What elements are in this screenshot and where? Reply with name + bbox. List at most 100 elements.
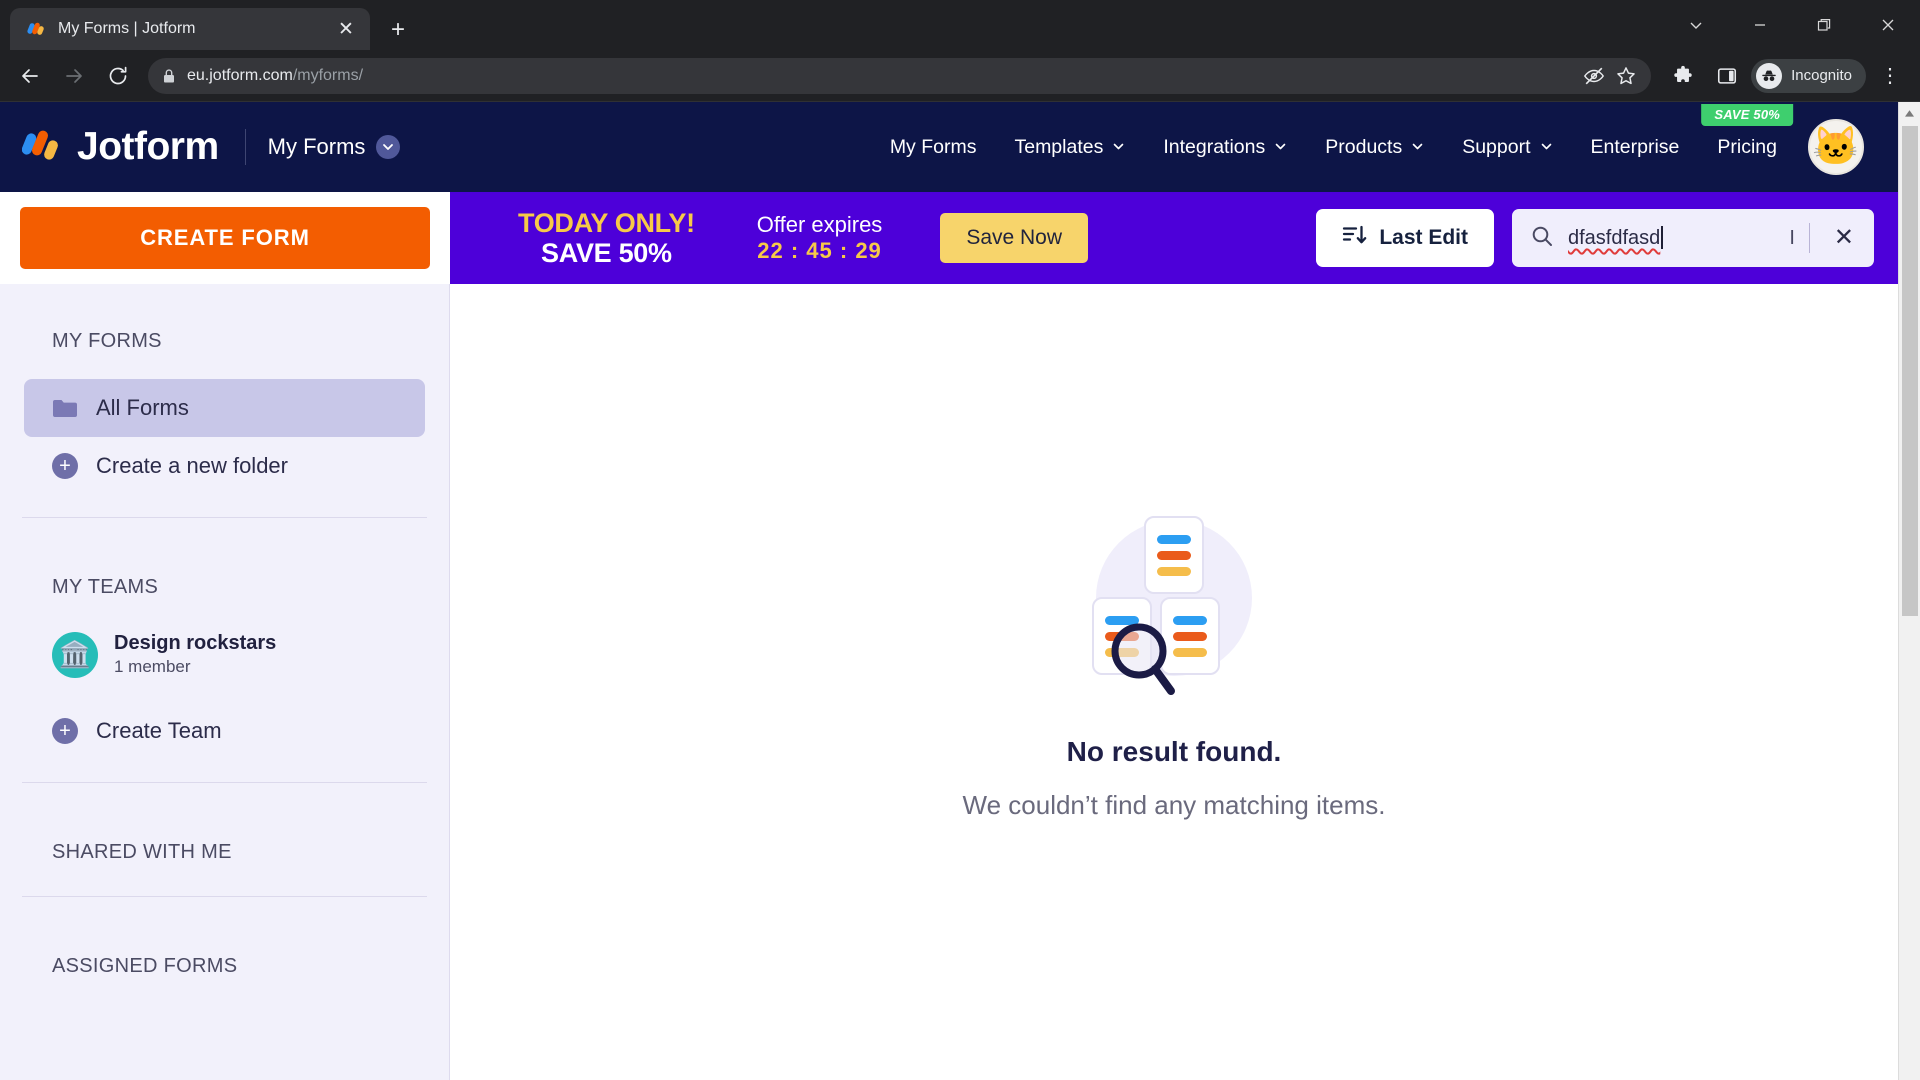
promo-line1: TODAY ONLY! — [518, 207, 695, 238]
sidebar-item-create-team[interactable]: + Create Team — [24, 702, 425, 760]
nav-item-support[interactable]: Support — [1443, 102, 1571, 192]
nav-label: Integrations — [1163, 135, 1266, 158]
side-panel-icon[interactable] — [1707, 56, 1747, 96]
search-input[interactable]: dfasfdfasd — [1568, 226, 1763, 250]
workspace-switcher[interactable]: My Forms — [268, 134, 401, 160]
tab-title: My Forms | Jotform — [58, 20, 196, 37]
sidebar-section-title: MY FORMS — [52, 330, 162, 352]
create-form-column: CREATE FORM — [0, 192, 450, 284]
sidebar-divider — [22, 782, 427, 784]
main-content: No result found. We couldn’t find any ma… — [450, 284, 1898, 1080]
sidebar-item-team-design-rockstars[interactable]: 🏛️ Design rockstars 1 member — [24, 625, 425, 678]
chevron-down-icon — [1411, 136, 1424, 159]
search-box[interactable]: dfasfdfasd I ✕ — [1512, 209, 1874, 267]
promo-toolbar-row: CREATE FORM TODAY ONLY! SAVE 50% Offer e… — [0, 192, 1898, 284]
nav-item-templates[interactable]: Templates — [995, 102, 1144, 192]
promo-countdown-value: 22 : 45 : 29 — [757, 238, 882, 263]
sidebar-item-create-folder[interactable]: + Create a new folder — [24, 437, 425, 495]
page-scrollbar[interactable] — [1898, 102, 1920, 1080]
nav-label: Enterprise — [1590, 135, 1680, 158]
main-nav: My Forms Templates Integrations Products… — [871, 102, 1898, 192]
team-name: Design rockstars — [114, 632, 277, 654]
browser-tab-active[interactable]: My Forms | Jotform ✕ — [10, 8, 370, 50]
sort-label: Last Edit — [1379, 226, 1468, 249]
save-now-button[interactable]: Save Now — [940, 213, 1089, 263]
nav-label: Support — [1462, 135, 1531, 158]
team-info: Design rockstars 1 member — [114, 631, 276, 678]
extensions-puzzle-icon[interactable] — [1663, 56, 1703, 96]
sidebar-section-title: SHARED WITH ME — [52, 841, 232, 864]
workspace-label: My Forms — [267, 134, 366, 159]
content-row: MY FORMS All Forms + Create a new folder — [0, 284, 1898, 1080]
sort-descending-icon — [1342, 223, 1368, 253]
tab-search-chevron-icon[interactable] — [1664, 0, 1728, 50]
sidebar-section-assigned-forms[interactable]: ASSIGNED FORMS — [0, 919, 449, 988]
new-tab-button[interactable]: + — [384, 16, 412, 44]
plus-icon: + — [52, 718, 78, 745]
chevron-down-icon — [1112, 136, 1125, 159]
nav-item-integrations[interactable]: Integrations — [1144, 102, 1306, 192]
sort-button[interactable]: Last Edit — [1316, 209, 1494, 267]
reload-button[interactable] — [98, 56, 138, 96]
page-viewport: Jotform My Forms My Forms Templates Inte… — [0, 102, 1920, 1080]
jotform-favicon-icon — [26, 19, 46, 39]
lock-icon — [162, 68, 176, 84]
chevron-down-icon — [376, 135, 401, 159]
sidebar-item-label: Create Team — [96, 718, 222, 744]
header-divider — [244, 129, 246, 165]
maximize-button[interactable] — [1792, 0, 1856, 50]
plus-icon: + — [52, 453, 78, 479]
create-form-button[interactable]: CREATE FORM — [20, 207, 430, 269]
promo-countdown: Offer expires 22 : 45 : 29 — [757, 212, 883, 265]
nav-label: My Forms — [889, 135, 977, 158]
chevron-down-icon — [1540, 136, 1553, 159]
clear-search-button[interactable]: ✕ — [1828, 226, 1860, 250]
forward-button[interactable] — [54, 56, 94, 96]
list-tools: Last Edit dfasfdfasd I ✕ — [1316, 209, 1898, 267]
sidebar-section-title: ASSIGNED FORMS — [52, 955, 238, 978]
nav-item-enterprise[interactable]: Enterprise — [1572, 102, 1699, 192]
sidebar-section-title: MY TEAMS — [52, 576, 159, 598]
team-member-count: 1 member — [114, 657, 191, 676]
tab-strip: My Forms | Jotform ✕ + — [0, 0, 1920, 50]
folder-icon — [52, 398, 78, 419]
search-value: dfasfdfasd — [1568, 227, 1661, 249]
back-button[interactable] — [10, 56, 50, 96]
empty-state-subtitle: We couldn’t find any matching items. — [962, 790, 1386, 820]
sidebar-item-label: All Forms — [96, 395, 189, 420]
address-bar[interactable]: eu.jotform.com/myforms/ — [148, 57, 1652, 94]
promo-banner: TODAY ONLY! SAVE 50% Offer expires 22 : … — [450, 192, 1898, 284]
url-text: eu.jotform.com/myforms/ — [187, 67, 363, 85]
no-results-illustration-icon — [1049, 503, 1299, 708]
browser-menu-button[interactable]: ⋮ — [1870, 56, 1910, 96]
nav-item-my-forms[interactable]: My Forms — [871, 102, 996, 192]
incognito-label: Incognito — [1791, 67, 1852, 84]
chevron-down-icon — [1274, 136, 1287, 159]
promo-headline: TODAY ONLY! SAVE 50% — [518, 208, 695, 268]
sidebar-section-shared-with-me[interactable]: SHARED WITH ME — [0, 805, 449, 874]
incognito-indicator[interactable]: Incognito — [1751, 58, 1866, 93]
sidebar-section-my-teams: MY TEAMS 🏛️ Design rockstars 1 member + … — [0, 540, 449, 760]
no-tracking-eye-icon[interactable] — [1583, 65, 1605, 87]
browser-toolbar: eu.jotform.com/myforms/ Incognito ⋮ — [0, 50, 1920, 102]
user-avatar[interactable]: 🐱 — [1808, 119, 1864, 175]
sidebar-item-all-forms[interactable]: All Forms — [24, 379, 425, 437]
brand-logo[interactable]: Jotform — [21, 125, 219, 169]
scrollbar-thumb[interactable] — [1901, 126, 1918, 616]
sidebar-divider — [22, 896, 427, 898]
nav-item-pricing-wrapper: SAVE 50% Pricing — [1698, 102, 1796, 192]
jotform-logo-icon — [21, 127, 64, 167]
minimize-button[interactable] — [1728, 0, 1792, 50]
nav-item-products[interactable]: Products — [1306, 102, 1443, 192]
sidebar-divider — [22, 517, 427, 518]
nav-label: Products — [1325, 135, 1403, 158]
sidebar-item-label: Create a new folder — [96, 453, 288, 478]
tab-close-icon[interactable]: ✕ — [332, 15, 360, 43]
bookmark-star-icon[interactable] — [1615, 65, 1637, 87]
scroll-up-arrow-icon[interactable] — [1898, 102, 1920, 124]
close-window-button[interactable] — [1856, 0, 1920, 50]
sidebar: MY FORMS All Forms + Create a new folder — [0, 284, 450, 1080]
promo-line2: SAVE 50% — [541, 238, 672, 268]
browser-window: My Forms | Jotform ✕ + eu.jotform.com/my… — [0, 0, 1920, 1080]
url-host: eu.jotform.com — [187, 66, 293, 84]
